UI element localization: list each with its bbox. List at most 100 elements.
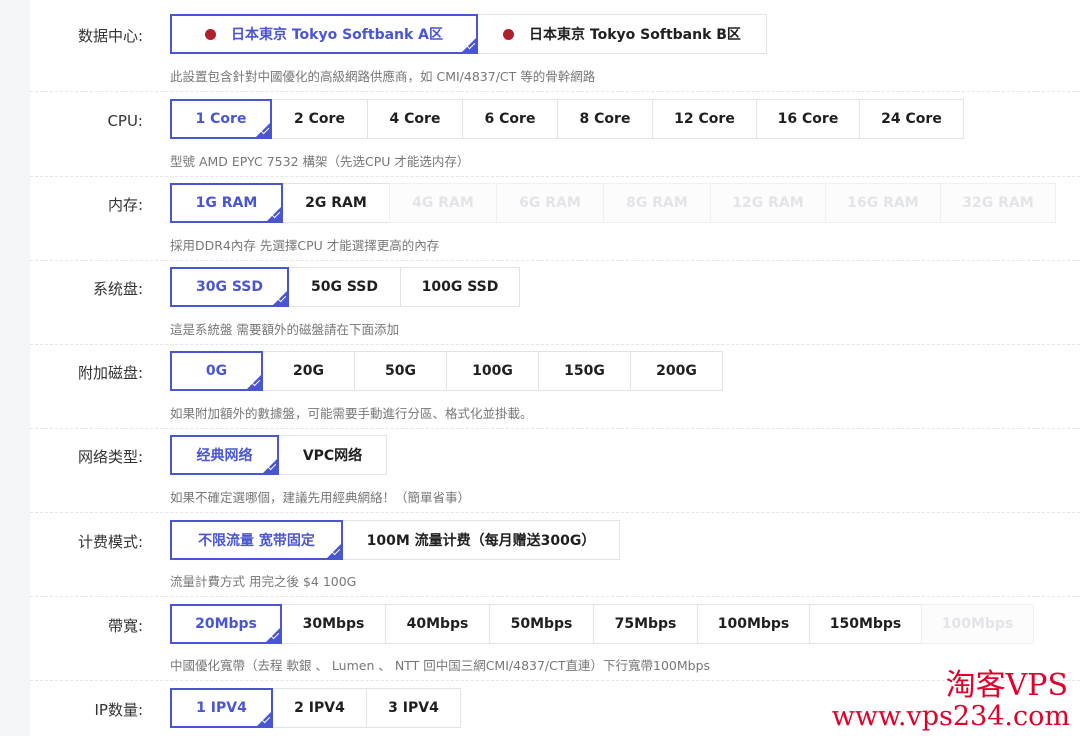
- extra-disk-hint: 如果附加額外的數據盤，可能需要手動進行分區、格式化並掛載。: [170, 406, 533, 421]
- option-label: 150Mbps: [829, 616, 902, 632]
- bandwidth-option[interactable]: 50Mbps: [489, 604, 594, 644]
- selected-check-icon: [326, 543, 342, 559]
- option-label: 50Mbps: [510, 616, 573, 632]
- memory-option[interactable]: 1G RAM: [170, 183, 283, 223]
- billing-options: 不限流量 宽带固定 100M 流量计费（每月赠送300G）: [170, 520, 620, 560]
- memory-option[interactable]: 2G RAM: [282, 183, 390, 223]
- datacenter-option-b[interactable]: 日本東京 Tokyo Softbank B区: [477, 14, 767, 54]
- cpu-option[interactable]: 2 Core: [271, 99, 368, 139]
- bandwidth-row: 帶寬: 20Mbps 30Mbps 40Mbps 50Mbps 75Mbps 1…: [30, 597, 1080, 681]
- bandwidth-option[interactable]: 75Mbps: [593, 604, 698, 644]
- cpu-option[interactable]: 6 Core: [462, 99, 558, 139]
- system-disk-option[interactable]: 30G SSD: [170, 267, 289, 307]
- option-label: 经典网络: [196, 448, 253, 464]
- memory-option-disabled: 6G RAM: [496, 183, 604, 223]
- bandwidth-option[interactable]: 20Mbps: [170, 604, 282, 644]
- option-label: 75Mbps: [614, 616, 677, 632]
- ip-option[interactable]: 3 IPV4: [366, 688, 461, 728]
- billing-option[interactable]: 100M 流量计费（每月赠送300G）: [342, 520, 620, 560]
- network-type-row: 网络类型: 经典网络 VPC网络 如果不確定選哪個，建議先用經典網絡！（簡單省事…: [30, 429, 1080, 513]
- extra-disk-option[interactable]: 150G: [538, 351, 631, 391]
- option-label: 100Mbps: [717, 616, 790, 632]
- bandwidth-option[interactable]: 150Mbps: [809, 604, 922, 644]
- option-label: 30G SSD: [195, 279, 263, 295]
- memory-option-disabled: 32G RAM: [940, 183, 1056, 223]
- memory-label: 内存:: [107, 196, 143, 214]
- option-label: 2G RAM: [305, 195, 367, 211]
- option-label: 32G RAM: [962, 195, 1034, 211]
- datacenter-row: 数据中心: 日本東京 Tokyo Softbank A区 日本東京 Tokyo …: [30, 0, 1080, 92]
- config-panel: 数据中心: 日本東京 Tokyo Softbank A区 日本東京 Tokyo …: [30, 0, 1080, 736]
- datacenter-option-a[interactable]: 日本東京 Tokyo Softbank A区: [170, 14, 478, 54]
- option-label: 200G: [656, 363, 697, 379]
- cpu-option[interactable]: 1 Core: [170, 99, 272, 139]
- bandwidth-option[interactable]: 30Mbps: [281, 604, 386, 644]
- extra-disk-option[interactable]: 0G: [170, 351, 263, 391]
- bandwidth-hint: 中國優化寬帶（去程 軟銀 、 Lumen 、 NTT 回中国三網CMI/4837…: [170, 658, 711, 673]
- billing-option[interactable]: 不限流量 宽带固定: [170, 520, 343, 560]
- option-label: 2 Core: [294, 111, 345, 127]
- billing-hint: 流量計費方式 用完之後 $4 100G: [170, 574, 357, 589]
- extra-disk-option[interactable]: 20G: [262, 351, 355, 391]
- bandwidth-option[interactable]: 100Mbps: [697, 604, 810, 644]
- system-disk-option[interactable]: 100G SSD: [400, 267, 520, 307]
- extra-disk-option[interactable]: 200G: [630, 351, 723, 391]
- bandwidth-option[interactable]: 40Mbps: [385, 604, 490, 644]
- cpu-option[interactable]: 12 Core: [652, 99, 757, 139]
- memory-option-disabled: 8G RAM: [603, 183, 711, 223]
- system-disk-options: 30G SSD 50G SSD 100G SSD: [170, 267, 520, 307]
- cpu-options: 1 Core 2 Core 4 Core 6 Core 8 Core 12 Co…: [170, 99, 964, 139]
- ip-option[interactable]: 1 IPV4: [170, 688, 273, 728]
- network-type-label: 网络类型:: [77, 448, 143, 466]
- option-label: 1 Core: [195, 111, 247, 127]
- location-dot-icon: [204, 28, 216, 40]
- extra-disk-option[interactable]: 50G: [354, 351, 447, 391]
- watermark-url: www.vps234.com: [831, 701, 1070, 732]
- ip-label: IP数量:: [94, 701, 143, 719]
- billing-label: 计费模式:: [77, 533, 143, 551]
- selected-check-icon: [272, 290, 288, 306]
- ip-option[interactable]: 2 IPV4: [272, 688, 367, 728]
- option-label: 6G RAM: [519, 195, 581, 211]
- option-label: 8G RAM: [626, 195, 688, 211]
- option-label: 20G: [293, 363, 324, 379]
- memory-options: 1G RAM 2G RAM 4G RAM 6G RAM 8G RAM 12G R…: [170, 183, 1056, 223]
- option-label: 16G RAM: [847, 195, 919, 211]
- selected-check-icon: [256, 711, 272, 727]
- system-disk-option[interactable]: 50G SSD: [288, 267, 401, 307]
- memory-hint: 採用DDR4內存 先選擇CPU 才能選擇更高的內存: [170, 238, 440, 253]
- cpu-option[interactable]: 16 Core: [756, 99, 860, 139]
- cpu-option[interactable]: 4 Core: [367, 99, 463, 139]
- option-label: 0G: [205, 363, 228, 379]
- system-disk-row: 系统盘: 30G SSD 50G SSD 100G SSD 這是系統盤 需要額外…: [30, 261, 1080, 345]
- datacenter-label: 数据中心:: [77, 27, 143, 45]
- cpu-label: CPU:: [107, 112, 143, 130]
- option-label: 100M 流量计费（每月赠送300G）: [366, 533, 596, 549]
- location-dot-icon: [503, 28, 515, 40]
- option-label: 8 Core: [579, 111, 631, 127]
- cpu-option[interactable]: 24 Core: [859, 99, 964, 139]
- option-label: 12G RAM: [732, 195, 804, 211]
- option-label: 6 Core: [484, 111, 536, 127]
- bandwidth-label: 帶寬:: [107, 617, 143, 635]
- cpu-hint: 型號 AMD EPYC 7532 構架（先选CPU 才能选内存）: [170, 154, 470, 169]
- cpu-option[interactable]: 8 Core: [557, 99, 653, 139]
- selected-check-icon: [266, 206, 282, 222]
- memory-option-disabled: 16G RAM: [825, 183, 941, 223]
- option-label: 100G: [472, 363, 513, 379]
- datacenter-hint: 此設置包含針對中國優化的高級網路供應商，如 CMI/4837/CT 等的骨幹網路: [170, 69, 596, 84]
- option-label: 20Mbps: [195, 616, 257, 632]
- option-label: 1G RAM: [195, 195, 258, 211]
- ip-options: 1 IPV4 2 IPV4 3 IPV4: [170, 688, 461, 728]
- cpu-row: CPU: 1 Core 2 Core 4 Core 6 Core 8 Core …: [30, 92, 1080, 177]
- billing-row: 计费模式: 不限流量 宽带固定 100M 流量计费（每月赠送300G） 流量計費…: [30, 513, 1080, 597]
- datacenter-options: 日本東京 Tokyo Softbank A区 日本東京 Tokyo Softba…: [170, 14, 767, 54]
- system-disk-label: 系统盘:: [92, 280, 143, 298]
- option-label: 100Mbps: [941, 616, 1014, 632]
- network-type-option[interactable]: 经典网络: [170, 435, 279, 475]
- network-type-option[interactable]: VPC网络: [278, 435, 387, 475]
- option-label: 1 IPV4: [196, 700, 247, 716]
- network-type-options: 经典网络 VPC网络: [170, 435, 387, 475]
- extra-disk-option[interactable]: 100G: [446, 351, 539, 391]
- option-label: 不限流量 宽带固定: [198, 533, 315, 549]
